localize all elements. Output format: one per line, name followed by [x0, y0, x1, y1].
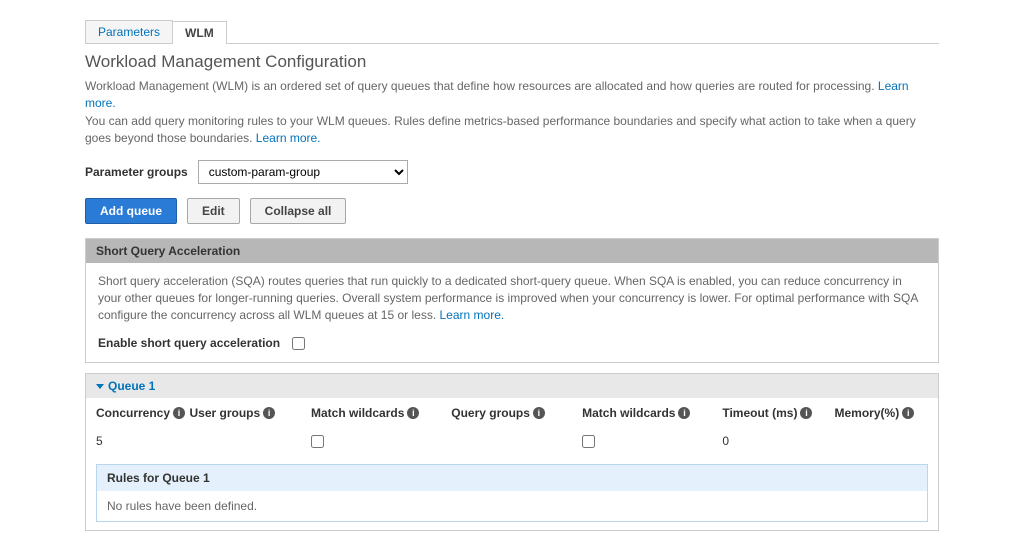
desc-line-1: Workload Management (WLM) is an ordered …: [85, 79, 878, 93]
info-icon[interactable]: i: [678, 407, 690, 419]
info-icon[interactable]: i: [173, 407, 185, 419]
param-group-row: Parameter groups custom-param-group: [85, 160, 939, 184]
match-wildcards-2-checkbox[interactable]: [582, 435, 595, 448]
col-match-wildcards-1: Match wildcards: [311, 406, 404, 420]
param-group-label: Parameter groups: [85, 165, 188, 179]
caret-down-icon: [96, 384, 104, 389]
info-icon[interactable]: i: [800, 407, 812, 419]
col-concurrency: Concurrency: [96, 406, 170, 420]
cell-timeout: 0: [722, 434, 729, 448]
sqa-panel-header: Short Query Acceleration: [86, 239, 938, 263]
tab-parameters[interactable]: Parameters: [85, 20, 173, 43]
sqa-panel: Short Query Acceleration Short query acc…: [85, 238, 939, 364]
rules-box: Rules for Queue 1 No rules have been def…: [96, 464, 928, 522]
description: Workload Management (WLM) is an ordered …: [85, 78, 939, 148]
page-title: Workload Management Configuration: [85, 52, 939, 72]
enable-sqa-label: Enable short query acceleration: [98, 335, 280, 352]
rules-empty-text: No rules have been defined.: [97, 491, 927, 521]
col-query-groups: Query groups: [451, 406, 530, 420]
queue-panel: Queue 1 Concurrency i User groups i Matc…: [85, 373, 939, 531]
param-group-select[interactable]: custom-param-group: [198, 160, 408, 184]
enable-sqa-checkbox[interactable]: [292, 337, 305, 350]
sqa-learn-more-link[interactable]: Learn more.: [440, 308, 505, 322]
sqa-panel-body: Short query acceleration (SQA) routes qu…: [86, 263, 938, 363]
col-user-groups: User groups: [189, 406, 260, 420]
sqa-desc: Short query acceleration (SQA) routes qu…: [98, 274, 918, 323]
info-icon[interactable]: i: [902, 407, 914, 419]
queue-column-headers: Concurrency i User groups i Match wildca…: [86, 398, 938, 428]
col-memory: Memory(%): [835, 406, 900, 420]
queue-data-row: 5 0: [86, 428, 938, 458]
rules-title: Rules for Queue 1: [97, 465, 927, 491]
col-timeout: Timeout (ms): [722, 406, 797, 420]
tab-bar: Parameters WLM: [85, 20, 939, 44]
desc-line-2: You can add query monitoring rules to yo…: [85, 114, 916, 145]
tab-wlm[interactable]: WLM: [172, 21, 227, 44]
edit-button[interactable]: Edit: [187, 198, 240, 224]
info-icon[interactable]: i: [407, 407, 419, 419]
col-match-wildcards-2: Match wildcards: [582, 406, 675, 420]
action-buttons: Add queue Edit Collapse all: [85, 198, 939, 224]
queue-name: Queue 1: [108, 379, 155, 393]
queue-header[interactable]: Queue 1: [86, 374, 938, 398]
add-queue-button[interactable]: Add queue: [85, 198, 177, 224]
info-icon[interactable]: i: [263, 407, 275, 419]
info-icon[interactable]: i: [533, 407, 545, 419]
learn-more-link-2[interactable]: Learn more.: [256, 131, 321, 145]
match-wildcards-1-checkbox[interactable]: [311, 435, 324, 448]
cell-concurrency: 5: [96, 434, 103, 448]
collapse-all-button[interactable]: Collapse all: [250, 198, 347, 224]
